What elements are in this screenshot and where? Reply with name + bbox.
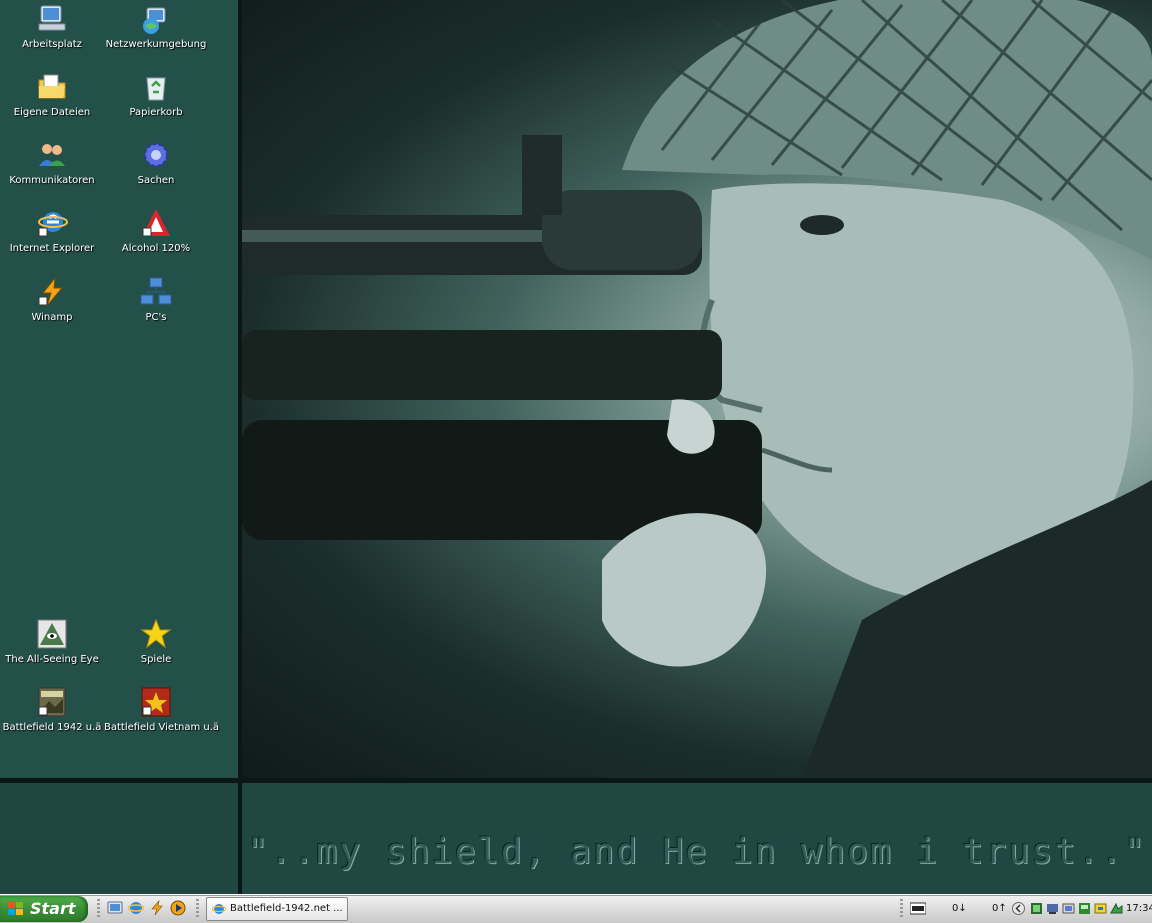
- desktop-icon-alcohol-120[interactable]: Alcohol 120%: [104, 206, 208, 255]
- wallpaper-divider-vertical: [238, 0, 242, 894]
- soldier-photo: [242, 0, 1152, 778]
- desktop-icon-label: Sachen: [137, 175, 175, 186]
- toolbar-grip[interactable]: [97, 899, 100, 919]
- desktop-icon-label: Kommunikatoren: [9, 175, 95, 186]
- recycle-bin-icon: [146, 77, 166, 101]
- desktop-icon-label: Arbeitsplatz: [22, 39, 82, 50]
- upload-rate: 0↑: [992, 903, 1007, 914]
- desktop-icon-battlefield-1942[interactable]: Battlefield 1942 u.ä: [0, 685, 104, 734]
- taskbar-button-label: Battlefield-1942.net ...: [230, 903, 343, 914]
- wallpaper-bottom-left: [0, 783, 238, 894]
- security-tray-icon[interactable]: [1094, 902, 1107, 915]
- desktop-icon-all-seeing-eye[interactable]: The All-Seeing Eye: [0, 617, 104, 666]
- battlefield-vietnam-icon: [141, 687, 171, 717]
- taskbar-button-battlefield-1942-net[interactable]: Battlefield-1942.net ...: [206, 897, 348, 921]
- toolbar-grip[interactable]: [196, 899, 199, 919]
- desktop-icon[interactable]: [107, 900, 123, 916]
- taskbar: Start Battlefield-1942.net ... 0↓ 0↑ 17:…: [0, 894, 1152, 923]
- desktop-icon-label: Papierkorb: [129, 107, 183, 118]
- winamp-icon: [38, 276, 64, 307]
- desktop-icon-label: Battlefield 1942 u.ä: [2, 722, 102, 733]
- network-places-icon: [143, 7, 166, 34]
- desktop-icon-battlefield-vietnam[interactable]: Battlefield Vietnam u.ä: [104, 685, 220, 734]
- start-label: Start: [30, 899, 76, 918]
- internet-explorer-icon[interactable]: [128, 900, 144, 916]
- update-tray-icon[interactable]: [1110, 902, 1123, 915]
- internet-explorer-icon: [212, 904, 226, 914]
- desktop-icon-label: Winamp: [31, 312, 73, 323]
- media-player-icon[interactable]: [170, 900, 186, 916]
- download-rate: 0↓: [952, 903, 967, 914]
- desktop-icon-label: Alcohol 120%: [121, 243, 191, 254]
- desktop-icon-label: Internet Explorer: [9, 243, 95, 254]
- clock: 17:34: [1126, 903, 1152, 914]
- desktop-icon-label: Spiele: [140, 654, 172, 665]
- monitor-tray-icon[interactable]: [1078, 902, 1091, 915]
- desktop: "..my shield, and He in whom i trust.." …: [0, 0, 1152, 894]
- battlefield-1942-icon: [38, 687, 66, 717]
- desktop-icon-pcs[interactable]: PC's: [104, 275, 208, 324]
- desktop-icon-netzwerkumgebung[interactable]: Netzwerkumgebung: [104, 2, 208, 51]
- my-computer-icon: [38, 5, 66, 31]
- start-button[interactable]: Start: [0, 896, 88, 922]
- toolbar-grip[interactable]: [900, 899, 903, 919]
- system-tray: 0↓ 0↑ 17:34: [900, 895, 1152, 923]
- communicators-icon: [39, 144, 65, 166]
- desktop-icon-eigene-dateien[interactable]: Eigene Dateien: [0, 70, 104, 119]
- desktop-icon-sachen[interactable]: Sachen: [104, 138, 208, 187]
- internet-explorer-icon: [38, 212, 68, 237]
- all-seeing-eye-icon: [37, 619, 67, 649]
- network-pcs-icon: [140, 277, 172, 305]
- desktop-icon-spiele[interactable]: Spiele: [104, 617, 208, 666]
- desktop-icon-internet-explorer[interactable]: Internet Explorer: [0, 206, 104, 255]
- windows-logo-icon: [8, 902, 23, 915]
- network-tray-icon[interactable]: [1030, 902, 1043, 915]
- desktop-icon-label: Netzwerkumgebung: [105, 39, 207, 50]
- desktop-icon-winamp[interactable]: Winamp: [0, 275, 104, 324]
- my-documents-icon: [38, 74, 66, 99]
- desktop-icon-papierkorb[interactable]: Papierkorb: [104, 70, 208, 119]
- desktop-icon-label: Eigene Dateien: [13, 107, 91, 118]
- desktop-icon-label: PC's: [145, 312, 167, 323]
- desktop-icon-kommunikatoren[interactable]: Kommunikatoren: [0, 138, 104, 187]
- network-meter-icon[interactable]: [910, 902, 926, 915]
- volume-tray-icon[interactable]: [1062, 902, 1075, 915]
- desktop-icon-label: The All-Seeing Eye: [5, 654, 99, 665]
- chevron-left-icon[interactable]: [1012, 902, 1025, 915]
- desktop-icon-label: Battlefield Vietnam u.ä: [104, 722, 220, 733]
- alcohol-120-icon: [142, 209, 170, 237]
- desktop-icon-arbeitsplatz[interactable]: Arbeitsplatz: [0, 2, 104, 51]
- gear-icon: [144, 143, 168, 167]
- wallpaper-quote: "..my shield, and He in whom i trust..": [247, 832, 1147, 872]
- star-icon: [140, 618, 172, 649]
- computer-tray-icon[interactable]: [1046, 902, 1059, 915]
- wallpaper-photo: [242, 0, 1152, 778]
- winamp-icon[interactable]: [149, 900, 165, 916]
